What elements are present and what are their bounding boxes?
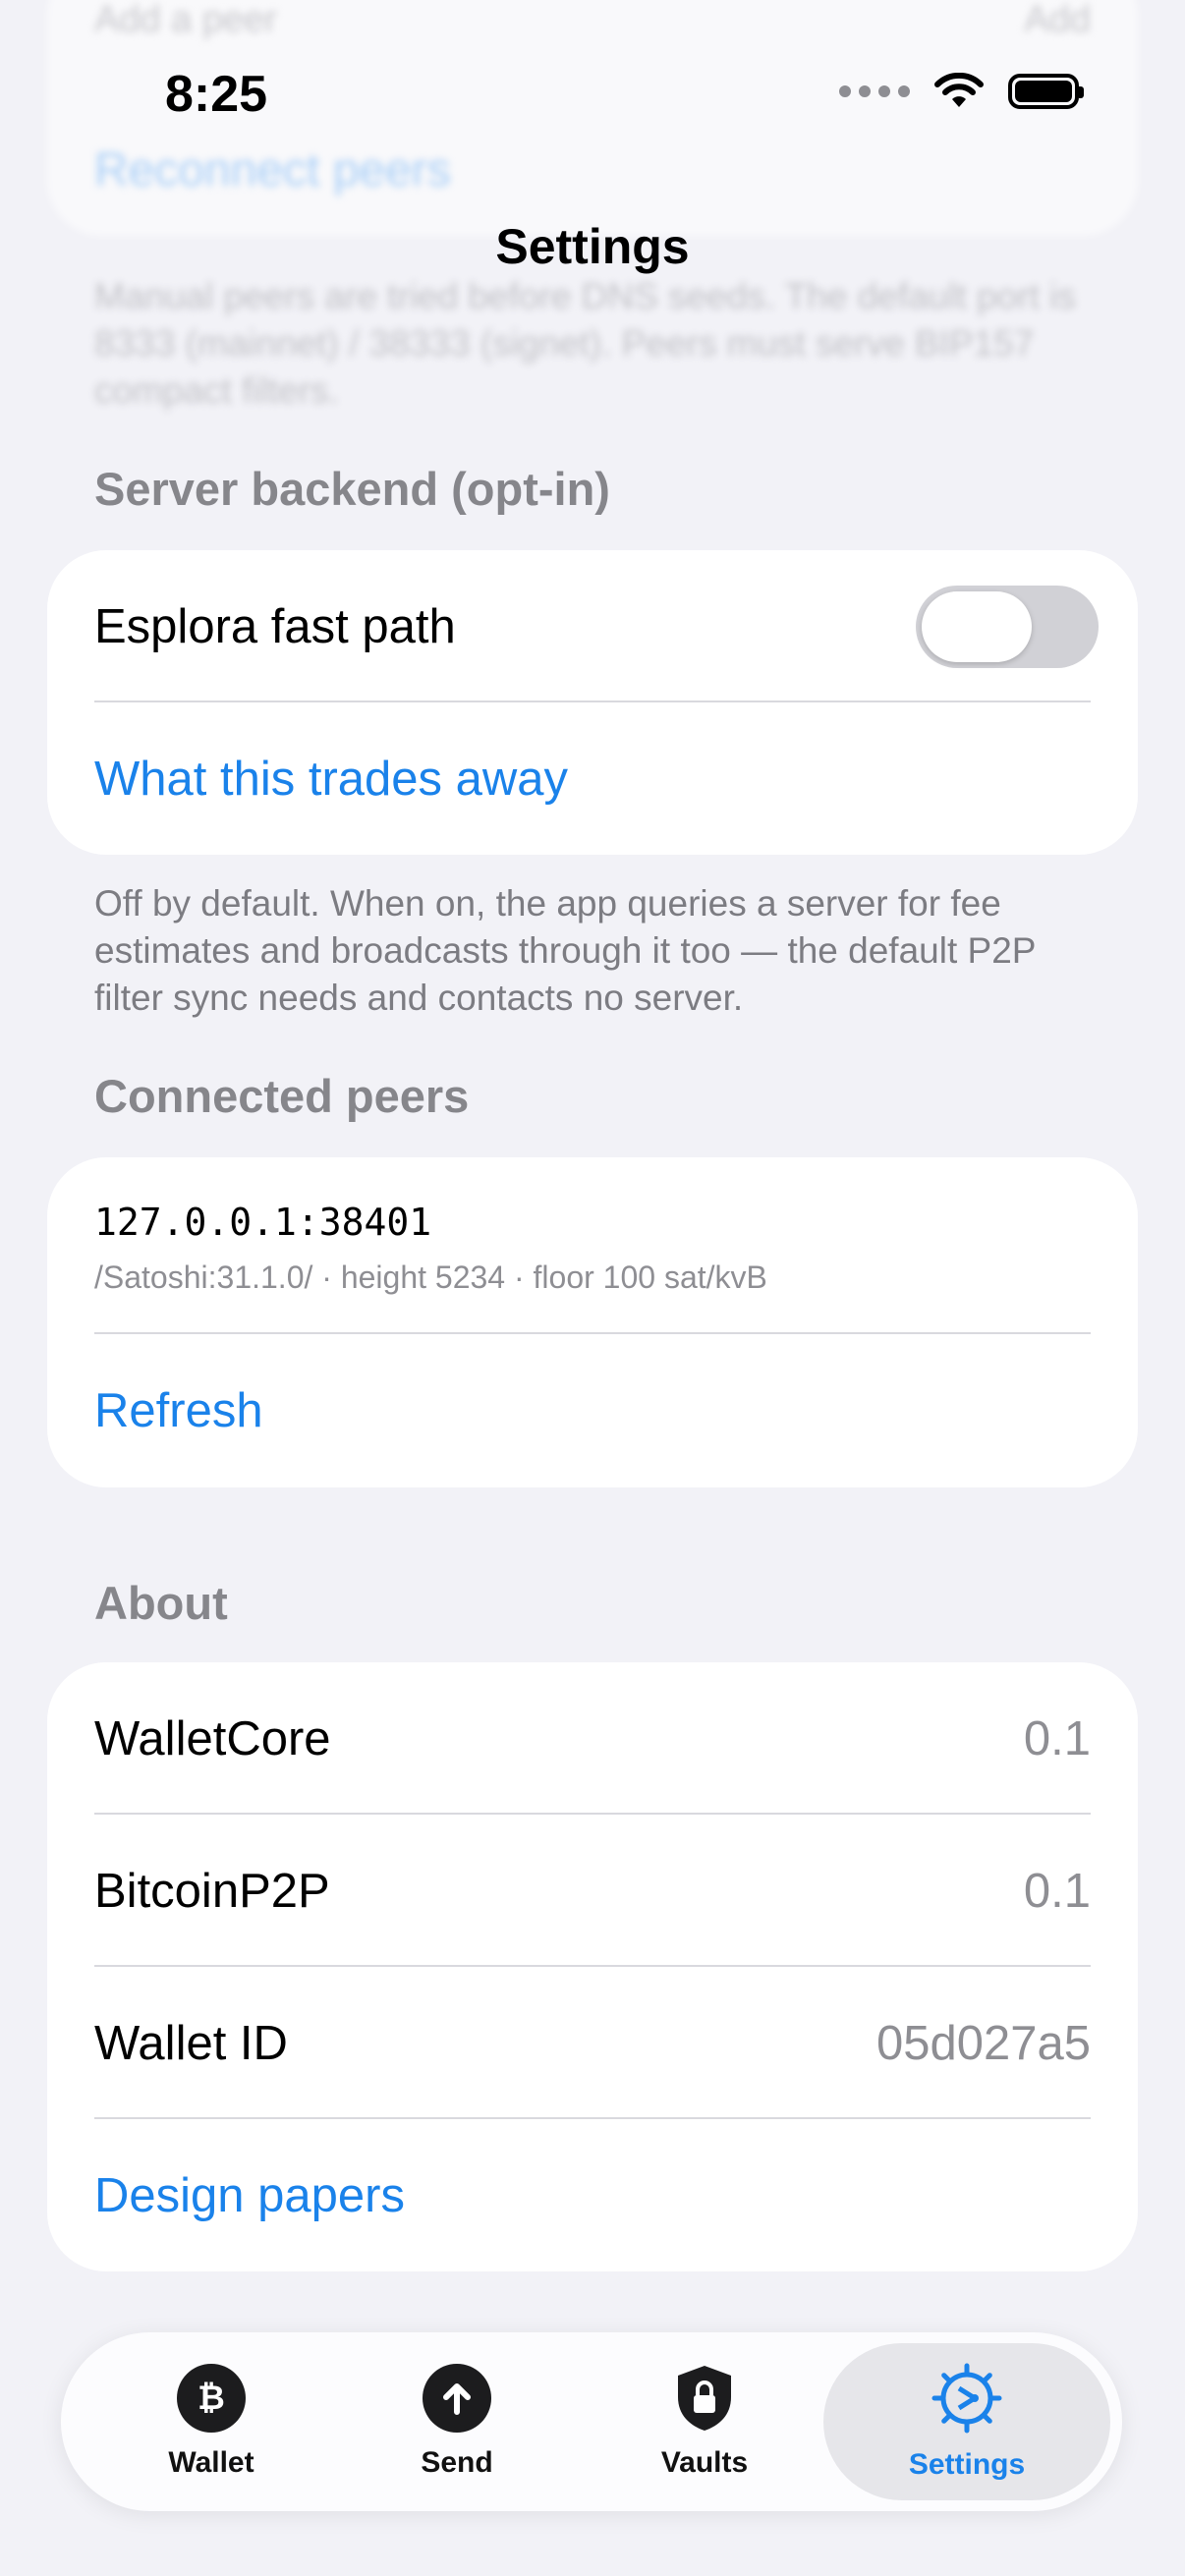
page-title: Settings (495, 219, 690, 274)
tradeoff-link[interactable]: What this trades away (94, 752, 568, 807)
peer-address: 127.0.0.1:38401 (94, 1201, 432, 1244)
walletcore-label: WalletCore (94, 1711, 331, 1765)
tab-wallet[interactable]: ₿ Wallet (93, 2332, 329, 2511)
wifi-icon (934, 73, 984, 107)
server-backend-footnote: Off by default. When on, the app queries… (94, 883, 1036, 1018)
connected-peers-card: 127.0.0.1:38401 /Satoshi:31.1.0/ · heigh… (47, 1157, 1138, 1487)
server-backend-header: Server backend (opt-in) (94, 463, 610, 515)
esplora-toggle[interactable] (916, 585, 1099, 668)
wallet-id-label: Wallet ID (94, 2016, 288, 2070)
refresh-row[interactable]: Refresh (94, 1334, 1091, 1486)
peer-row: 127.0.0.1:38401 /Satoshi:31.1.0/ · heigh… (94, 1157, 1091, 1334)
status-time: 8:25 (165, 66, 268, 123)
bitcoin-icon: ₿ (177, 2364, 246, 2433)
svg-text:₿: ₿ (198, 2379, 225, 2418)
arrow-up-icon (423, 2364, 491, 2433)
tab-bar: ₿ Wallet Send Vaults Settings (61, 2332, 1122, 2511)
tab-send[interactable]: Send (339, 2332, 575, 2511)
reconnect-peers-link[interactable]: Reconnect peers (94, 143, 451, 197)
walletcore-version: 0.1 (1023, 1711, 1091, 1765)
add-peer-row: Add a peer Add (94, 0, 1091, 40)
tab-settings-label: Settings (908, 2448, 1026, 2481)
bitcoinp2p-label: BitcoinP2P (94, 1864, 330, 1918)
about-row-bitcoinp2p: BitcoinP2P 0.1 (94, 1815, 1091, 1967)
design-papers-link[interactable]: Design papers (94, 2168, 405, 2223)
tab-send-label: Send (421, 2446, 493, 2479)
esplora-row: Esplora fast path (94, 550, 1099, 702)
wallet-id-value: 05d027a5 (875, 2016, 1091, 2070)
battery-icon (1008, 74, 1084, 109)
lock-shield-icon (678, 2366, 731, 2431)
add-peer-action: Add (1024, 0, 1091, 40)
bitcoinp2p-version: 0.1 (1023, 1864, 1091, 1918)
gear-icon (931, 2363, 1002, 2434)
about-header: About (94, 1577, 228, 1629)
esplora-label: Esplora fast path (94, 599, 456, 653)
design-papers-row[interactable]: Design papers (94, 2119, 1091, 2271)
about-card: WalletCore 0.1 BitcoinP2P 0.1 Wallet ID … (47, 1662, 1138, 2271)
peer-detail: /Satoshi:31.1.0/ · height 5234 · floor 1… (94, 1260, 767, 1295)
server-backend-card: Esplora fast path What this trades away (47, 550, 1138, 855)
tab-settings[interactable]: Settings (823, 2343, 1110, 2500)
manual-peers-note: Manual peers are tried before DNS seeds.… (94, 276, 1076, 411)
status-icons (839, 73, 1084, 110)
tradeoff-row[interactable]: What this trades away (94, 702, 1091, 855)
connected-peers-header: Connected peers (94, 1070, 470, 1122)
about-row-walletcore: WalletCore 0.1 (94, 1662, 1091, 1815)
tab-vaults-label: Vaults (660, 2446, 749, 2479)
tab-wallet-label: Wallet (168, 2446, 254, 2479)
tab-vaults[interactable]: Vaults (587, 2332, 822, 2511)
signal-dots-icon (839, 85, 910, 97)
add-peer-label: Add a peer (94, 0, 277, 40)
refresh-button[interactable]: Refresh (94, 1383, 263, 1438)
about-row-wallet-id: Wallet ID 05d027a5 (94, 1967, 1091, 2119)
